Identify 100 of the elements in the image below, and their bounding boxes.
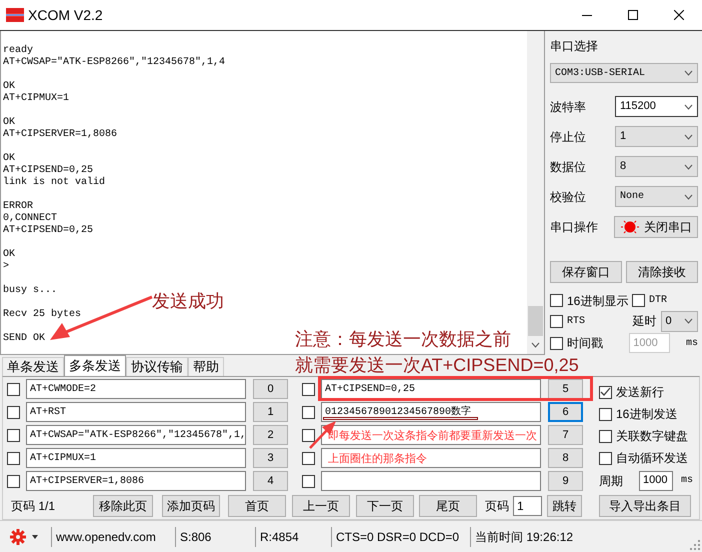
log-line: 0,CONNECT xyxy=(3,213,58,225)
chevron-down-icon xyxy=(684,164,693,170)
scrollbar[interactable] xyxy=(527,31,544,354)
send-button[interactable]: 8 xyxy=(548,448,583,468)
caret-icon xyxy=(32,534,38,538)
pager-button[interactable]: 添加页码 xyxy=(162,495,220,517)
import-export-button[interactable]: 导入导出条目 xyxy=(599,495,691,517)
pager-button[interactable]: 尾页 xyxy=(419,495,477,517)
tab[interactable]: 单条发送 xyxy=(2,357,64,376)
checkbox[interactable] xyxy=(550,294,563,308)
command-field[interactable]: 012345678901234567890数字 xyxy=(321,402,541,422)
section-label: 串口选择 xyxy=(550,38,599,55)
close-icon xyxy=(674,10,684,20)
checkbox-label: 时间戳 xyxy=(567,335,603,352)
log-line: AT+CWSAP="ATK-ESP8266","12345678",1,4 xyxy=(3,57,226,69)
panel-button[interactable]: 保存窗口 xyxy=(550,260,622,283)
log-line: OK xyxy=(3,249,16,261)
checkbox-label: 关联数字键盘 xyxy=(616,428,688,445)
checkbox[interactable] xyxy=(302,474,315,488)
tab[interactable]: 协议传输 xyxy=(126,357,188,376)
command-field[interactable]: AT+CIPMUX=1 xyxy=(26,448,246,468)
chevron-down-icon xyxy=(684,194,693,200)
unit-label: ms xyxy=(686,336,698,351)
command-field[interactable]: AT+CWSAP="ATK-ESP8266","12345678",1, xyxy=(26,425,246,445)
checkbox[interactable] xyxy=(302,452,315,464)
send-button[interactable]: 0 xyxy=(253,379,288,399)
minimize-icon xyxy=(582,14,592,16)
pager-button[interactable]: 首页 xyxy=(228,495,286,517)
send-button[interactable]: 4 xyxy=(253,471,288,491)
send-button[interactable]: 2 xyxy=(253,425,288,445)
log-line: AT+CIPSERVER=1,8086 xyxy=(3,129,118,141)
command-field[interactable]: AT+CIPSERVER=1,8086 xyxy=(26,471,246,491)
checkbox[interactable] xyxy=(7,406,20,418)
send-button[interactable]: 9 xyxy=(548,471,583,491)
close-port-button[interactable]: 关闭串口 xyxy=(614,216,698,238)
current-time: 当前时间 19:26:12 xyxy=(475,528,574,546)
log-line: ready xyxy=(3,45,34,56)
annotation-text: 就需要发送一次AT+CIPSEND=0,25 xyxy=(295,355,579,376)
chevron-down-icon xyxy=(684,70,693,76)
setting-dropdown[interactable]: None xyxy=(615,186,698,208)
checkbox[interactable] xyxy=(7,452,20,464)
arrow xyxy=(308,420,338,450)
tab[interactable]: 帮助 xyxy=(188,357,224,376)
send-button[interactable]: 1 xyxy=(253,402,288,422)
scroll-thumb[interactable] xyxy=(528,306,543,336)
checkbox[interactable] xyxy=(302,382,315,396)
panel-button[interactable]: 清除接收 xyxy=(626,260,698,283)
annotation-text: 发送成功 xyxy=(152,291,224,312)
checkbox-label: 发送新行 xyxy=(616,384,664,401)
checkbox[interactable] xyxy=(599,408,612,420)
pager-button[interactable]: 移除此页 xyxy=(93,495,153,517)
setting-dropdown[interactable]: 8 xyxy=(615,156,698,178)
setting-dropdown[interactable]: 1 xyxy=(615,126,698,148)
log-line: OK xyxy=(3,117,16,129)
send-button[interactable]: 6 xyxy=(548,402,583,422)
checkbox[interactable] xyxy=(302,428,315,442)
checkbox-label: RTS xyxy=(567,314,586,328)
setting-dropdown[interactable]: 115200 xyxy=(615,96,698,117)
checkbox[interactable] xyxy=(632,294,645,308)
pager-button[interactable]: 下一页 xyxy=(356,495,414,517)
jump-button[interactable]: 跳转 xyxy=(547,495,582,517)
port-dropdown[interactable]: COM3:USB-SERIAL xyxy=(550,63,698,84)
checkbox[interactable] xyxy=(550,314,563,328)
checkbox[interactable] xyxy=(302,406,315,418)
checkbox[interactable] xyxy=(550,336,563,350)
page-field[interactable]: 1 xyxy=(513,496,542,516)
period-field[interactable]: 1000 xyxy=(639,470,673,490)
command-field[interactable]: AT+CIPSEND=0,25 xyxy=(321,379,541,399)
delay-dropdown[interactable]: 0 xyxy=(660,310,698,332)
pager-button[interactable]: 上一页 xyxy=(292,495,350,517)
checkbox[interactable] xyxy=(7,474,20,488)
checkbox[interactable] xyxy=(599,452,612,464)
field-label: 串口操作 xyxy=(550,219,598,236)
log-line: AT+CIPSEND=0,25 xyxy=(3,225,94,237)
log-line: ERROR xyxy=(3,201,34,213)
log-line: SEND OK xyxy=(3,333,46,345)
send-button[interactable]: 7 xyxy=(548,425,583,445)
field-label: 周期 xyxy=(599,472,623,490)
checkbox[interactable] xyxy=(7,382,20,396)
checkbox-label: 16进制发送 xyxy=(616,406,678,423)
send-button[interactable]: 5 xyxy=(548,379,583,399)
field-label: 页码 xyxy=(485,498,509,515)
log-line: AT+CIPSEND=0,25 xyxy=(3,165,94,176)
chevron-down-icon xyxy=(531,342,540,348)
command-field[interactable]: AT+RST xyxy=(26,402,246,422)
field-label: 停止位 xyxy=(550,128,586,146)
log-line: Recv 25 bytes xyxy=(3,309,82,321)
send-button[interactable]: 3 xyxy=(253,448,288,468)
website-link[interactable]: www.openedv.com xyxy=(56,528,156,546)
tab[interactable]: 多条发送 xyxy=(64,355,126,376)
checkbox[interactable] xyxy=(7,428,20,442)
command-field[interactable]: AT+CWMODE=2 xyxy=(26,379,246,399)
chevron-down-icon xyxy=(684,318,693,324)
checkbox[interactable] xyxy=(599,386,612,398)
resize-grip-icon xyxy=(690,540,700,550)
logo-icon xyxy=(6,8,24,22)
command-field[interactable] xyxy=(321,471,541,491)
checkbox[interactable] xyxy=(599,430,612,442)
annotation-text: 上面圈住的那条指令 xyxy=(328,453,427,466)
log-line: OK xyxy=(3,153,16,165)
